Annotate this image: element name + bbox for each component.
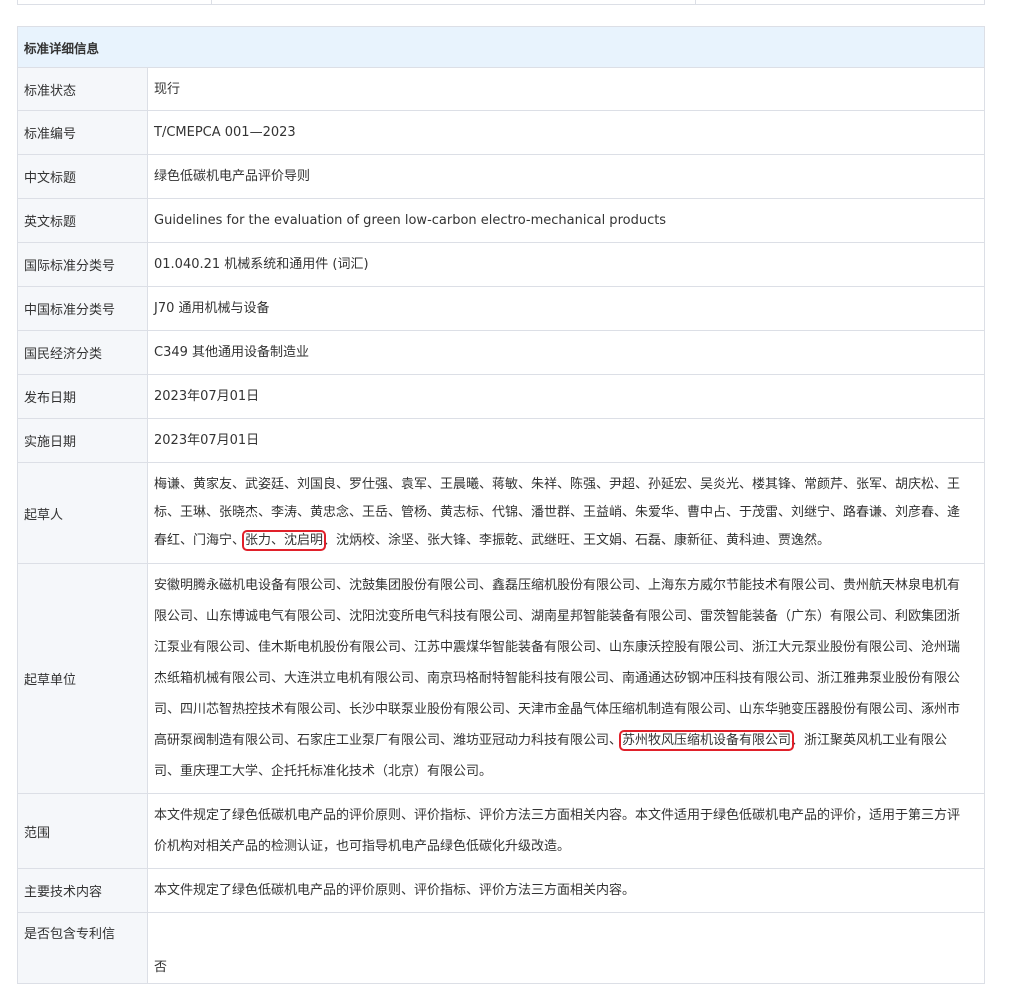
row-number: 标准编号 T/CMEPCA 001—2023	[18, 111, 984, 155]
row-en-title: 英文标题 Guidelines for the evaluation of gr…	[18, 199, 984, 243]
previous-table-bottom	[17, 0, 985, 5]
row-label: 国际标准分类号	[18, 243, 148, 286]
row-patent: 是否包含专利信 否	[18, 913, 984, 983]
row-value: Guidelines for the evaluation of green l…	[154, 213, 667, 228]
row-value: J70 通用机械与设备	[154, 301, 270, 316]
row-value: 01.040.21 机械系统和通用件 (词汇)	[154, 257, 369, 272]
row-label: 是否包含专利信	[18, 913, 148, 983]
row-value: T/CMEPCA 001—2023	[154, 125, 296, 140]
standard-detail-panel: 标准详细信息 标准状态 现行 标准编号 T/CMEPCA 001—2023 中文…	[17, 26, 985, 984]
row-label: 标准编号	[18, 111, 148, 154]
row-units: 起草单位 安徽明腾永磁机电设备有限公司、沈鼓集团股份有限公司、鑫磊压缩机股份有限…	[18, 564, 984, 794]
drafters-text: 、沈炳校、涂坚、张大锋、李振乾、武继旺、王文娟、石磊、康新征、黄科迪、贾逸然。	[323, 533, 831, 548]
row-label: 标准状态	[18, 68, 148, 110]
row-label: 发布日期	[18, 375, 148, 418]
row-label: 范围	[18, 794, 148, 868]
row-cn-title: 中文标题 绿色低碳机电产品评价导则	[18, 155, 984, 199]
row-main-content: 主要技术内容 本文件规定了绿色低碳机电产品的评价原则、评价指标、评价方法三方面相…	[18, 869, 984, 913]
row-scope: 范围 本文件规定了绿色低碳机电产品的评价原则、评价指标、评价方法三方面相关内容。…	[18, 794, 984, 869]
row-label: 中国标准分类号	[18, 287, 148, 330]
row-label: 起草人	[18, 463, 148, 563]
row-value: 梅谦、黄家友、武姿廷、刘国良、罗仕强、袁军、王晨曦、蒋敏、朱祥、陈强、尹超、孙延…	[148, 463, 984, 563]
section-title: 标准详细信息	[18, 27, 984, 68]
row-publish-date: 发布日期 2023年07月01日	[18, 375, 984, 419]
row-impl-date: 实施日期 2023年07月01日	[18, 419, 984, 463]
row-label: 起草单位	[18, 564, 148, 793]
row-value: 安徽明腾永磁机电设备有限公司、沈鼓集团股份有限公司、鑫磊压缩机股份有限公司、上海…	[148, 564, 984, 793]
row-ics: 国际标准分类号 01.040.21 机械系统和通用件 (词汇)	[18, 243, 984, 287]
highlighted-unit: 苏州牧风压缩机设备有限公司	[619, 730, 795, 751]
row-value: 绿色低碳机电产品评价导则	[154, 169, 311, 184]
row-value: 2023年07月01日	[154, 389, 260, 404]
row-value: 否	[154, 960, 168, 975]
row-economy: 国民经济分类 C349 其他通用设备制造业	[18, 331, 984, 375]
row-label: 主要技术内容	[18, 869, 148, 912]
row-label: 国民经济分类	[18, 331, 148, 374]
row-ccs: 中国标准分类号 J70 通用机械与设备	[18, 287, 984, 331]
row-value: 2023年07月01日	[154, 433, 260, 448]
row-value: 现行	[154, 81, 181, 97]
highlighted-drafters: 张力、沈启明	[242, 530, 327, 551]
row-value: 本文件规定了绿色低碳机电产品的评价原则、评价指标、评价方法三方面相关内容。本文件…	[154, 808, 961, 854]
row-value: 本文件规定了绿色低碳机电产品的评价原则、评价指标、评价方法三方面相关内容。	[154, 883, 636, 898]
row-label: 实施日期	[18, 419, 148, 462]
column-divider	[211, 0, 212, 5]
row-value: C349 其他通用设备制造业	[154, 345, 310, 360]
row-label: 中文标题	[18, 155, 148, 198]
row-drafters: 起草人 梅谦、黄家友、武姿廷、刘国良、罗仕强、袁军、王晨曦、蒋敏、朱祥、陈强、尹…	[18, 463, 984, 564]
column-divider	[695, 0, 696, 5]
row-status: 标准状态 现行	[18, 68, 984, 111]
units-text: 安徽明腾永磁机电设备有限公司、沈鼓集团股份有限公司、鑫磊压缩机股份有限公司、上海…	[154, 578, 961, 748]
row-label: 英文标题	[18, 199, 148, 242]
